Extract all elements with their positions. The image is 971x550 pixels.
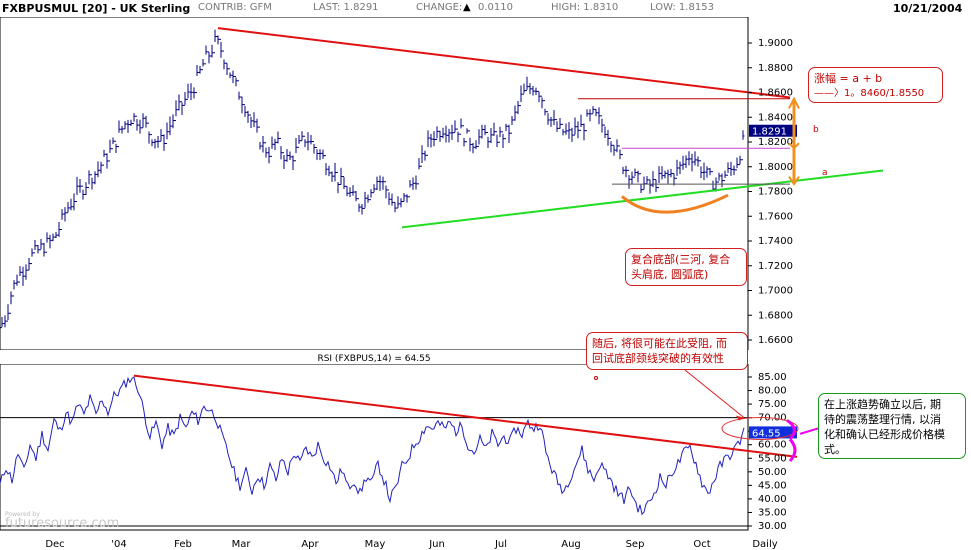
pattern-annotation-box: 复合底部(三河, 复合 头肩底, 圆弧底): [625, 248, 747, 286]
x-axis-label: Jul: [494, 539, 507, 550]
rsi-tick-label: 55.00: [758, 453, 787, 464]
price-tick-label: 1.7400: [758, 236, 793, 247]
green-line-1: 在上涨趋势确立以后, 期: [824, 398, 941, 411]
x-axis-label: Oct: [693, 539, 710, 550]
price-tick-label: 1.7800: [758, 187, 793, 198]
high-price: HIGH: 1.8310: [551, 2, 619, 13]
price-last-value: 1.8291: [752, 127, 787, 138]
last-price: LAST: 1.8291: [313, 2, 379, 13]
pattern-line-1: 复合底部(三河, 复合: [631, 253, 731, 266]
rsi-last-value: 64.55: [752, 428, 781, 439]
x-axis-label: Apr: [301, 539, 319, 550]
rsi-tick-label: 60.00: [758, 440, 787, 451]
rsi-title: RSI (FXBPUS,14) = 64.55: [317, 354, 430, 364]
x-axis-label: Mar: [232, 539, 252, 550]
rsi-tick-label: 35.00: [758, 507, 787, 518]
x-axis-label: May: [365, 539, 386, 550]
symbol-title: FXBPUSMUL [20] - UK Sterling: [2, 2, 191, 15]
warning-line-2: 回试底部颈线突破的有效性: [592, 352, 724, 365]
price-tick-label: 1.8600: [758, 88, 793, 99]
x-axis-label: '04: [111, 539, 126, 550]
price-tick-label: 1.7600: [758, 211, 793, 222]
pointer-to-green-box: [799, 427, 819, 435]
panel-gap: [0, 350, 971, 364]
price-tick-label: 1.6600: [758, 335, 793, 346]
warning-line-1: 随后, 将很可能在此受阻, 而: [592, 337, 727, 350]
pattern-line-2: 头肩底, 圆弧底): [631, 268, 709, 281]
rsi-tick-label: 85.00: [758, 372, 787, 383]
watermark: futuresource.com: [5, 516, 120, 531]
rsi-panel: [0, 363, 749, 531]
target-annotation-box: 涨幅 = a + b ——〉1。8460/1.8550: [808, 67, 943, 103]
target-line-1: 涨幅 = a + b: [814, 72, 883, 85]
price-tick-label: 1.8000: [758, 162, 793, 173]
price-panel: [0, 17, 749, 351]
price-tick-label: 1.6800: [758, 310, 793, 321]
low-price: LOW: 1.8153: [650, 2, 714, 13]
x-axis-label: Dec: [45, 539, 64, 550]
x-axis-label: Jun: [428, 539, 445, 550]
change-value: 0.0110: [478, 2, 513, 13]
green-line-4: 式。: [824, 443, 846, 456]
green-line-3: 化和确认已经形成价格模: [824, 428, 945, 441]
change-label: CHANGE:: [416, 2, 463, 13]
price-tick-label: 1.8200: [758, 137, 793, 148]
price-tick-label: 1.7200: [758, 261, 793, 272]
rsi-tick-label: 45.00: [758, 480, 787, 491]
chart-date: 10/21/2004: [893, 2, 963, 15]
green-annotation-box: 在上涨趋势确立以后, 期 待的震荡整理行情, 以消 化和确认已经形成价格模 式。: [818, 393, 966, 459]
x-axis-label: Aug: [561, 539, 581, 550]
rsi-tick-label: 80.00: [758, 386, 787, 397]
green-line-2: 待的震荡整理行情, 以消: [824, 413, 941, 426]
x-axis-label: Daily: [752, 539, 777, 550]
x-axis-label: Feb: [174, 539, 192, 550]
label-b: b: [813, 125, 819, 135]
x-axis-label: Sep: [626, 539, 645, 550]
target-line-2: ——〉1。8460/1.8550: [814, 88, 925, 99]
rsi-tick-label: 30.00: [758, 521, 787, 532]
warning-annotation-box: 随后, 将很可能在此受阻, 而 回试底部颈线突破的有效性: [586, 332, 748, 370]
label-a: a: [822, 168, 828, 178]
price-tick-label: 1.7000: [758, 286, 793, 297]
rsi-tick-label: 50.00: [758, 467, 787, 478]
rsi-tick-label: 75.00: [758, 399, 787, 410]
contrib-label: CONTRIB: GFM: [198, 2, 272, 13]
change-up-icon: ▲: [463, 2, 471, 13]
price-tick-label: 1.8400: [758, 112, 793, 123]
price-tick-label: 1.9000: [758, 38, 793, 49]
rsi-tick-label: 40.00: [758, 494, 787, 505]
chart-header: FXBPUSMUL [20] - UK Sterling CONTRIB: GF…: [0, 0, 971, 17]
price-tick-label: 1.8800: [758, 63, 793, 74]
